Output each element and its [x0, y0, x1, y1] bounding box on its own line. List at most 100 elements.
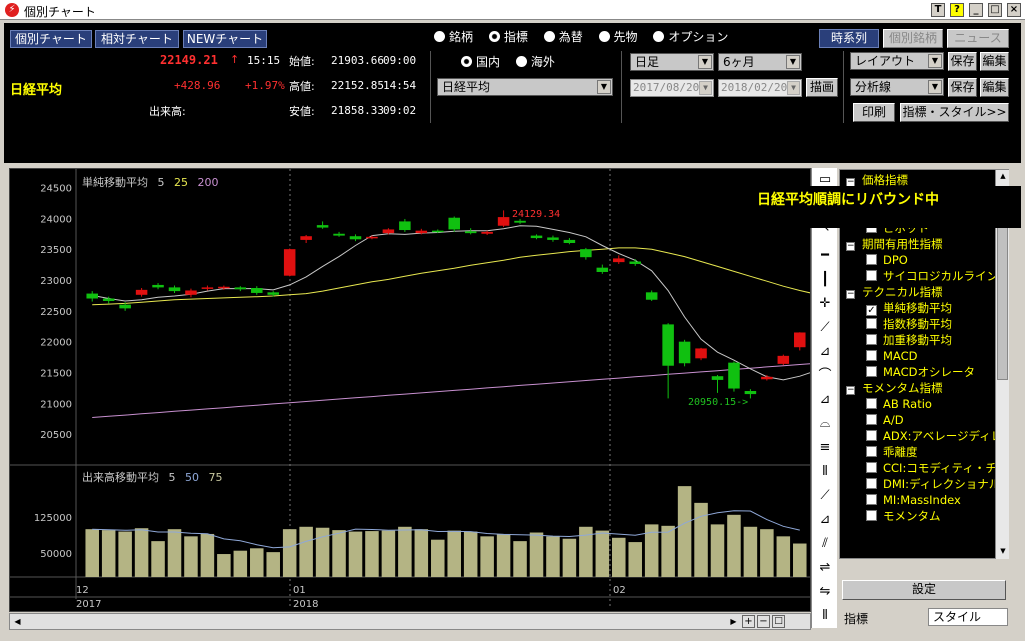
gann-fan-icon[interactable]: ⊿ [815, 510, 835, 530]
tree-item[interactable]: ADX:アベレージディレ [866, 428, 1002, 444]
radio-overseas[interactable]: 海外 [515, 55, 555, 69]
checkbox[interactable] [866, 270, 877, 281]
vertical-line-icon[interactable]: ┃ [815, 270, 835, 290]
date-from-field[interactable]: 2017/08/20 ▼ [630, 79, 714, 97]
topmost-button[interactable]: T [931, 3, 945, 17]
tree-item[interactable]: 乖離度 [866, 444, 918, 460]
fibonacci-time-icon[interactable]: ⦀ [815, 462, 835, 482]
tab-style[interactable]: スタイル [928, 608, 1008, 626]
tree-item[interactable]: 指数移動平均 [866, 316, 952, 332]
cycle-line-icon[interactable]: ⇌ [815, 558, 835, 578]
tree-item[interactable]: DMI:ディレクショナル [866, 476, 1000, 492]
tree-item[interactable]: CCI:コモディティ・チャ [866, 460, 1008, 476]
tree-item[interactable]: サイコロジカルライン [866, 268, 998, 284]
time-series-button[interactable]: 時系列 [819, 29, 879, 48]
individual-stock-button[interactable]: 個別銘柄 [883, 29, 943, 48]
analysis-save-button[interactable]: 保存 [948, 78, 977, 97]
analysis-edit-button[interactable]: 編集 [980, 78, 1009, 97]
horizontal-line-icon[interactable]: ━ [815, 246, 835, 266]
tab-individual-chart[interactable]: 個別チャート [10, 30, 92, 48]
layout-select[interactable]: レイアウト ▼ [850, 52, 944, 70]
fibonacci-arc-icon[interactable]: ⌓ [815, 414, 835, 434]
checkbox[interactable] [866, 318, 877, 329]
parallel-line-icon[interactable]: ⫽ [815, 534, 835, 554]
checkbox[interactable] [866, 494, 877, 505]
chart-area[interactable]: 20500 21000 21500 22000 22500 23000 23500 24000… [9, 168, 811, 612]
tree-group[interactable]: − 期間有用性指標 [846, 236, 943, 252]
scroll-up-icon[interactable]: ▲ [997, 170, 1009, 182]
scroll-right-icon[interactable]: ▶ [727, 615, 740, 628]
layout-save-button[interactable]: 保存 [948, 52, 977, 71]
radio-futures[interactable]: 先物 [598, 30, 638, 44]
print-button[interactable]: 印刷 [853, 103, 895, 122]
tab-new-chart[interactable]: NEWチャート [183, 30, 267, 48]
settings-button[interactable]: 設定 [842, 580, 1006, 600]
tree-item[interactable]: MI:MassIndex [866, 492, 961, 508]
tree-item[interactable]: モメンタム [866, 508, 941, 524]
checkbox[interactable] [866, 254, 877, 265]
checkbox[interactable] [866, 510, 877, 521]
scroll-down-icon[interactable]: ▼ [997, 545, 1009, 557]
close-button[interactable]: × [1007, 3, 1021, 17]
maximize-button[interactable]: □ [988, 3, 1002, 17]
collapse-icon[interactable]: − [846, 386, 855, 395]
volume-bar [480, 536, 494, 577]
arc-icon[interactable]: ⌒ [815, 366, 835, 386]
tree-scrollbar[interactable]: ▲ ▼ [995, 170, 1009, 559]
retracement-icon[interactable]: ≡ [815, 438, 835, 458]
checkbox[interactable] [866, 414, 877, 425]
tab-indicator[interactable]: 指標 [844, 610, 868, 627]
tree-item[interactable]: MACDオシレータ [866, 364, 975, 380]
date-to-field[interactable]: 2018/02/20 ▼ [718, 79, 802, 97]
tree-item[interactable]: A/D [866, 412, 904, 428]
tab-relative-chart[interactable]: 相対チャート [95, 30, 179, 48]
minimize-button[interactable]: _ [969, 3, 983, 17]
radio-stock[interactable]: 銘柄 [434, 30, 473, 44]
checkbox[interactable] [866, 478, 877, 489]
speed-line-icon[interactable]: ⇋ [815, 582, 835, 602]
volume-bar [85, 529, 99, 577]
time-zone-icon[interactable]: ⦀ [815, 606, 835, 626]
fibonacci-fan-icon[interactable]: ⊿ [815, 390, 835, 410]
tree-item[interactable]: MACD [866, 348, 917, 364]
zoom-out-icon[interactable]: − [757, 615, 770, 628]
fan-line-icon[interactable]: ⊿ [815, 342, 835, 362]
help-button[interactable]: ? [950, 3, 964, 17]
tree-group[interactable]: − モメンタム指標 [846, 380, 943, 396]
trendline-icon[interactable]: ⟋ [815, 318, 835, 338]
collapse-icon[interactable]: − [846, 242, 855, 251]
checkbox[interactable] [866, 398, 877, 409]
horizontal-scrollbar[interactable]: ◀ ▶ + − □ [9, 613, 811, 630]
indicator-style-button[interactable]: 指標・スタイル>> [900, 103, 1009, 122]
checkbox[interactable]: ✓ [866, 305, 877, 316]
tree-item[interactable]: ✓ 単純移動平均 [866, 300, 952, 316]
scroll-left-icon[interactable]: ◀ [11, 615, 24, 628]
radio-fx[interactable]: 為替 [543, 30, 583, 44]
tree-item[interactable]: DPO [866, 252, 908, 268]
layout-edit-button[interactable]: 編集 [980, 52, 1009, 71]
period-select[interactable]: 日足 ▼ [630, 53, 714, 71]
index-select[interactable]: 日経平均 ▼ [437, 78, 613, 96]
checkbox[interactable] [866, 366, 877, 377]
checkbox[interactable] [866, 446, 877, 457]
checkbox[interactable] [866, 430, 877, 441]
channel-icon[interactable]: ⟋ [815, 486, 835, 506]
tree-item[interactable]: 加重移動平均 [866, 332, 952, 348]
radio-domestic[interactable]: 国内 [461, 55, 500, 69]
tree-item[interactable]: AB Ratio [866, 396, 932, 412]
checkbox[interactable] [866, 462, 877, 473]
range-select[interactable]: 6ヶ月 ▼ [718, 53, 802, 71]
legend-vma5: 5 [168, 471, 176, 484]
reset-zoom-icon[interactable]: □ [772, 615, 785, 628]
draw-button[interactable]: 描画 [806, 78, 838, 97]
collapse-icon[interactable]: − [846, 290, 855, 299]
tree-group[interactable]: − テクニカル指標 [846, 284, 943, 300]
checkbox[interactable] [866, 350, 877, 361]
checkbox[interactable] [866, 334, 877, 345]
radio-options[interactable]: オプション [653, 30, 728, 44]
crosshair-icon[interactable]: ✛ [815, 294, 835, 314]
analysis-line-select[interactable]: 分析線 ▼ [850, 78, 944, 96]
radio-index[interactable]: 指標 [488, 30, 528, 44]
news-button[interactable]: ニュース [947, 29, 1009, 48]
zoom-in-icon[interactable]: + [742, 615, 755, 628]
